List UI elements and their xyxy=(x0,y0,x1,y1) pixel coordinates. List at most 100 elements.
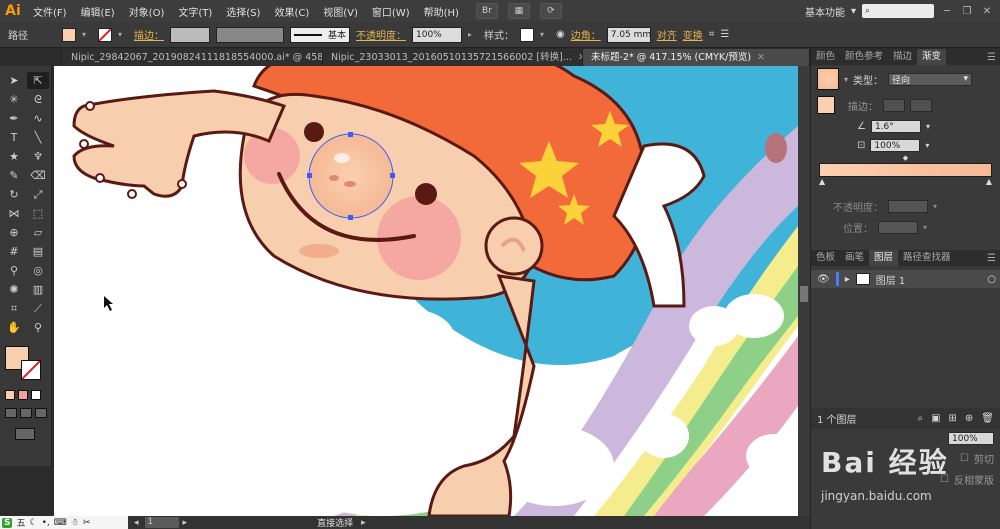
mesh-tool-icon[interactable]: # xyxy=(3,243,25,260)
chevron-down-icon[interactable]: ▾ xyxy=(933,202,937,211)
shape-builder-tool-icon[interactable]: ⊕ xyxy=(3,224,25,241)
stroke-link[interactable]: 描边： xyxy=(134,27,164,42)
vertical-scrollbar[interactable] xyxy=(798,66,810,516)
gradient-stop-icon[interactable]: ▲ xyxy=(819,177,825,186)
stroke-swatch[interactable] xyxy=(98,27,112,42)
gradient-thumbnail[interactable] xyxy=(817,68,839,90)
workspace-label[interactable]: 基本功能 xyxy=(805,4,845,19)
chevron-down-icon[interactable]: ▾ xyxy=(851,6,856,17)
menu-edit[interactable]: 编辑(E) xyxy=(74,4,122,19)
gradient-tool-icon[interactable]: ▤ xyxy=(27,243,49,260)
corner-link[interactable]: 边角： xyxy=(571,27,601,42)
slice-tool-icon[interactable]: ⟋ xyxy=(27,300,49,317)
lasso-tool-icon[interactable]: ᘓ xyxy=(27,91,49,108)
gradient-mode-icon[interactable] xyxy=(18,390,28,400)
clipping-mask-icon[interactable]: ▣ xyxy=(931,413,940,424)
layer-row[interactable]: 👁 ▸ 图层 1 ○ xyxy=(811,270,1000,288)
menu-object[interactable]: 对象(O) xyxy=(122,4,172,19)
gradient-bar[interactable] xyxy=(819,163,992,177)
tab-document-3[interactable]: 未标题-2* @ 417.15% (CMYK/预览) ✕ xyxy=(583,49,810,66)
brush-definition[interactable]: 基本 xyxy=(290,26,350,43)
gradient-type-select[interactable]: 径向 ▾ xyxy=(888,72,973,86)
pencil-tool-icon[interactable]: ✎ xyxy=(3,167,25,184)
variable-width-profile[interactable] xyxy=(216,26,284,43)
chevron-down-icon[interactable]: ▾ xyxy=(923,223,927,232)
symbol-sprayer-tool-icon[interactable]: ✺ xyxy=(3,281,25,298)
perspective-grid-tool-icon[interactable]: ▱ xyxy=(27,224,49,241)
menu-file[interactable]: 文件(F) xyxy=(26,4,74,19)
artboard-canvas[interactable] xyxy=(54,66,798,516)
panel-menu-icon[interactable]: ☰ xyxy=(987,253,1000,264)
paintbrush-tool-icon[interactable]: ♆ xyxy=(27,148,49,165)
type-tool-icon[interactable]: T xyxy=(3,129,25,146)
draw-behind-icon[interactable] xyxy=(20,408,32,418)
scale-tool-icon[interactable]: ⤢ xyxy=(27,186,49,203)
chevron-down-icon[interactable]: ▾ xyxy=(118,30,128,39)
recolor-icon[interactable]: ◉ xyxy=(556,29,565,40)
expand-triangle-icon[interactable]: ▸ xyxy=(845,274,850,285)
panel-menu-icon[interactable]: ☰ xyxy=(720,29,729,40)
column-graph-tool-icon[interactable]: ▥ xyxy=(27,281,49,298)
tab-stroke[interactable]: 描边 xyxy=(888,49,917,65)
opacity-link[interactable]: 不透明度： xyxy=(356,27,406,42)
close-icon[interactable]: ✕ xyxy=(980,6,994,17)
menu-type[interactable]: 文字(T) xyxy=(171,4,219,19)
artboard-nav-prev-icon[interactable]: ◂ xyxy=(134,518,139,528)
gradient-slider[interactable]: ◆ ▲ ▲ xyxy=(811,155,1000,186)
star-tool-icon[interactable]: ★ xyxy=(3,148,25,165)
screen-mode-icon[interactable] xyxy=(15,428,35,440)
help-search-input[interactable]: ⌕ xyxy=(862,4,934,18)
draw-normal-icon[interactable] xyxy=(5,408,17,418)
midpoint-diamond-icon[interactable]: ◆ xyxy=(811,155,1000,162)
angle-field[interactable]: 1.6° xyxy=(870,120,921,133)
tab-layers[interactable]: 图层 xyxy=(869,250,899,266)
tools-icon[interactable]: ✂ xyxy=(83,518,91,528)
layer-name[interactable]: 图层 1 xyxy=(876,272,906,287)
draw-inside-icon[interactable] xyxy=(35,408,47,418)
tab-pathfinder[interactable]: 路径查找器 xyxy=(898,250,956,266)
clip-checkbox[interactable]: ☐ xyxy=(960,453,969,464)
locate-object-icon[interactable]: ⌕ xyxy=(917,413,923,424)
selection-tool-icon[interactable]: ➤ xyxy=(3,72,25,89)
artboard-number-field[interactable]: 1 xyxy=(144,517,179,528)
new-layer-icon[interactable]: ⊕ xyxy=(965,413,973,424)
none-mode-icon[interactable] xyxy=(31,390,41,400)
rotate-tool-icon[interactable]: ↻ xyxy=(3,186,25,203)
scroll-thumb[interactable] xyxy=(800,286,808,302)
sync-settings-icon[interactable]: ⟳ xyxy=(539,3,562,19)
blend-tool-icon[interactable]: ◎ xyxy=(27,262,49,279)
line-segment-tool-icon[interactable]: ╲ xyxy=(27,129,49,146)
trash-icon[interactable]: 🗑 xyxy=(981,413,994,424)
fill-swatch[interactable] xyxy=(62,27,76,42)
gradient-stop-icon[interactable]: ▲ xyxy=(986,177,992,186)
graphic-style-swatch[interactable] xyxy=(520,27,534,42)
stroke-weight-field[interactable] xyxy=(170,26,210,43)
curvature-tool-icon[interactable]: ∿ xyxy=(27,110,49,127)
tab-gradient[interactable]: 渐变 xyxy=(917,49,947,65)
chevron-right-icon[interactable]: ▸ xyxy=(468,30,478,39)
align-link[interactable]: 对齐 xyxy=(657,27,677,42)
zoom-tool-icon[interactable]: ⚲ xyxy=(27,319,49,336)
stroke-color-chip[interactable] xyxy=(21,360,41,380)
eyedropper-tool-icon[interactable]: ⚲ xyxy=(3,262,25,279)
stop-position-field[interactable] xyxy=(878,221,918,234)
sogou-logo[interactable]: S xyxy=(2,517,13,528)
magic-wand-tool-icon[interactable]: ✳ xyxy=(3,91,25,108)
moon-icon[interactable]: ☾ xyxy=(30,518,38,528)
minimize-icon[interactable]: ─ xyxy=(940,6,954,17)
tab-document-2[interactable]: Nipic_23033013_20160510135721566002 [转换]… xyxy=(323,49,583,66)
target-circle-icon[interactable]: ○ xyxy=(987,274,1000,285)
tab-document-1[interactable]: Nipic_29842067_20190824111818554000.ai* … xyxy=(63,49,323,66)
tab-color-guide[interactable]: 颜色参考 xyxy=(840,49,888,65)
chevron-down-icon[interactable]: ▾ xyxy=(82,30,92,39)
fill-stroke-mini-icon[interactable] xyxy=(817,96,835,114)
menu-help[interactable]: 帮助(H) xyxy=(417,4,466,19)
arrange-documents-icon[interactable]: ▦ xyxy=(507,3,530,19)
hand-tool-icon[interactable]: ✋ xyxy=(3,319,25,336)
status-menu-icon[interactable]: ▸ xyxy=(361,518,366,528)
chevron-down-icon[interactable]: ▾ xyxy=(925,141,929,150)
color-mode-icon[interactable] xyxy=(5,390,15,400)
eye-icon[interactable]: 👁 xyxy=(817,274,830,285)
eraser-tool-icon[interactable]: ⌫ xyxy=(27,167,49,184)
artboard-nav-next-icon[interactable]: ▸ xyxy=(183,518,188,528)
